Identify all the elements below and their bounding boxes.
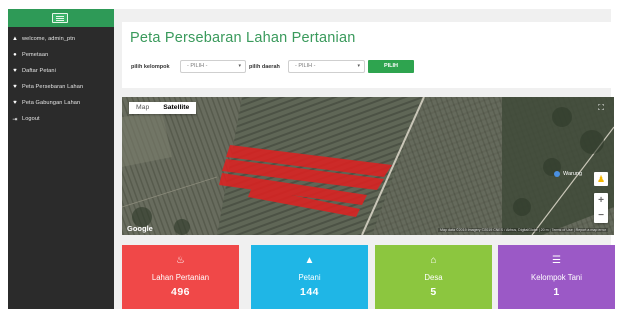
users-icon: ● bbox=[13, 52, 17, 58]
sidebar-item-peta-gabungan[interactable]: ♥ Peta Gabungan Lahan bbox=[8, 96, 114, 110]
home-icon: ⌂ bbox=[430, 255, 437, 266]
sidebar-item-label: Peta Gabungan Lahan bbox=[22, 100, 81, 106]
logout-icon: ⇥ bbox=[12, 116, 18, 123]
stat-petani: ▲ Petani 144 bbox=[251, 245, 368, 309]
google-logo: Google bbox=[127, 224, 153, 233]
zoom-out-button[interactable]: − bbox=[594, 208, 608, 223]
user-icon: ▲ bbox=[304, 255, 315, 266]
zoom-control: + − bbox=[594, 193, 608, 223]
sidebar-item-label: welcome, admin_ptn bbox=[22, 36, 76, 42]
map-marker-icon: ♥ bbox=[13, 68, 17, 74]
sidebar: ▲ welcome, admin_ptn ● Pemetaan ♥ Daftar… bbox=[8, 9, 114, 309]
sidebar-item-welcome[interactable]: ▲ welcome, admin_ptn bbox=[8, 32, 114, 46]
sidebar-item-logout[interactable]: ⇥ Logout bbox=[8, 112, 114, 126]
map-type-tabs: Map Satellite bbox=[129, 102, 197, 114]
stat-lahan-pertanian: ♨ Lahan Pertanian 496 bbox=[122, 245, 239, 309]
chevron-down-icon: ▾ bbox=[357, 63, 360, 69]
sidebar-item-daftar-petani[interactable]: ♥ Daftar Petani bbox=[8, 64, 114, 78]
map-marker-icon: ♥ bbox=[13, 84, 17, 90]
sidebar-item-label: Logout bbox=[22, 116, 40, 122]
sidebar-item-label: Daftar Petani bbox=[22, 68, 56, 74]
kelompok-select-value: - PILIH - bbox=[187, 63, 208, 69]
menu-toggle-icon[interactable] bbox=[52, 13, 68, 23]
kelompok-label: pilih kelompok bbox=[131, 64, 170, 70]
stat-value: 1 bbox=[553, 286, 560, 298]
map-imagery bbox=[122, 97, 614, 235]
stat-label: Lahan Pertanian bbox=[151, 273, 210, 282]
pilih-button[interactable]: PILIH bbox=[368, 60, 414, 73]
zoom-in-button[interactable]: + bbox=[594, 193, 608, 208]
sidebar-item-label: Peta Persebaran Lahan bbox=[22, 84, 84, 90]
sidebar-header bbox=[8, 9, 114, 27]
seedling-icon: ♨ bbox=[176, 255, 185, 266]
place-label-text: Warung bbox=[563, 171, 583, 177]
sidebar-item-pemetaan[interactable]: ● Pemetaan bbox=[8, 48, 114, 62]
tab-satellite[interactable]: Satellite bbox=[156, 102, 196, 114]
stat-desa: ⌂ Desa 5 bbox=[375, 245, 492, 309]
satellite-map[interactable]: Map Satellite ⛶ Warung ♟ + − Google Map … bbox=[122, 97, 614, 235]
stat-label: Desa bbox=[424, 273, 443, 282]
user-icon: ▲ bbox=[11, 36, 19, 42]
filter-card: Peta Persebaran Lahan Pertanian pilih ke… bbox=[122, 22, 614, 88]
map-marker-icon: ♥ bbox=[13, 100, 17, 106]
map-attribution[interactable]: Map data ©2019 Imagery ©2019 CNES / Airb… bbox=[437, 228, 608, 232]
daerah-label: pilih daerah bbox=[249, 64, 280, 70]
tab-map[interactable]: Map bbox=[129, 102, 156, 114]
page-title: Peta Persebaran Lahan Pertanian bbox=[130, 30, 356, 46]
stat-label: Petani bbox=[298, 273, 321, 282]
place-marker-icon bbox=[554, 171, 560, 177]
daerah-select-value: - PILIH - bbox=[295, 63, 316, 69]
list-icon: ☰ bbox=[552, 255, 561, 266]
map-place-label: Warung bbox=[554, 171, 582, 177]
chevron-down-icon: ▾ bbox=[238, 63, 241, 69]
stat-value: 496 bbox=[170, 286, 191, 298]
daerah-select[interactable]: - PILIH - ▾ bbox=[288, 60, 365, 73]
kelompok-select[interactable]: - PILIH - ▾ bbox=[180, 60, 246, 73]
sidebar-item-label: Pemetaan bbox=[22, 52, 49, 58]
fullscreen-icon[interactable]: ⛶ bbox=[595, 102, 607, 114]
stat-kelompok-tani: ☰ Kelompok Tani 1 bbox=[498, 245, 615, 309]
sidebar-item-peta-persebaran[interactable]: ♥ Peta Persebaran Lahan bbox=[8, 80, 114, 94]
stat-value: 5 bbox=[430, 286, 437, 298]
stat-value: 144 bbox=[299, 286, 320, 298]
pegman-icon[interactable]: ♟ bbox=[594, 172, 608, 186]
stat-label: Kelompok Tani bbox=[531, 273, 582, 282]
